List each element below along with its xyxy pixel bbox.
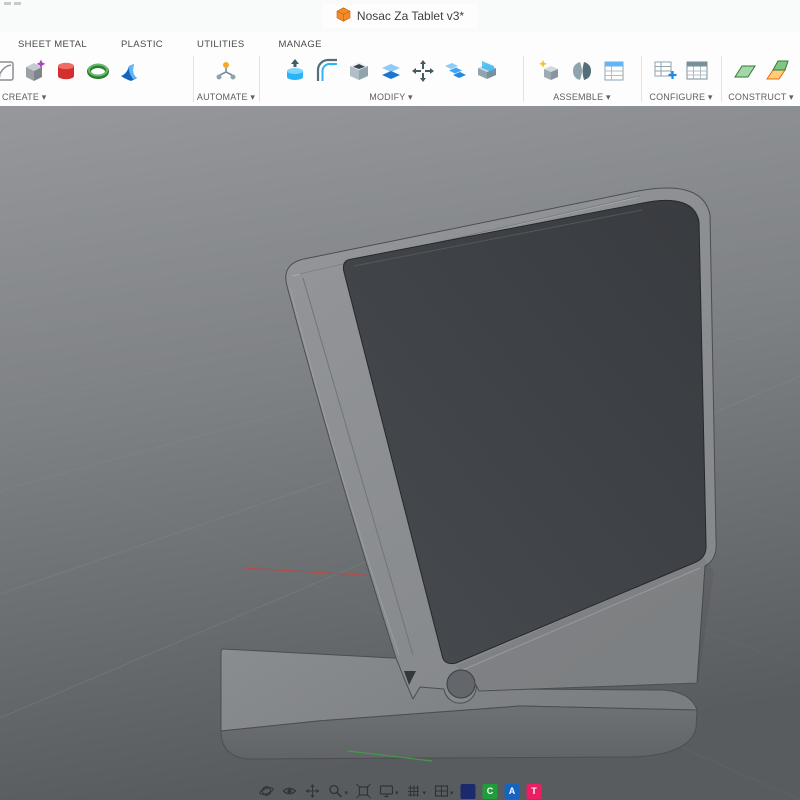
ribbon-group-automate: AUTOMATE ▾ xyxy=(194,52,258,104)
plane-angle-icon[interactable] xyxy=(763,56,791,86)
revolve-icon[interactable] xyxy=(52,56,80,86)
ribbon-group-divider xyxy=(641,56,642,102)
ribbon-group-label-assemble[interactable]: ASSEMBLE ▾ xyxy=(524,92,640,103)
ribbon-group-configure: CONFIGURE ▾ xyxy=(642,52,720,104)
pattern-icon[interactable] xyxy=(441,56,469,86)
ribbon-group-label-configure[interactable]: CONFIGURE ▾ xyxy=(642,92,720,103)
cable-groove xyxy=(447,670,475,698)
move-copy-icon[interactable] xyxy=(409,56,437,86)
fillet-icon[interactable] xyxy=(313,56,341,86)
ribbon-group-label-modify[interactable]: MODIFY ▾ xyxy=(260,92,522,103)
orbit-icon[interactable] xyxy=(258,783,274,799)
view-navigation-bar: ▾ ▾ ▾ ▾ CAT xyxy=(258,783,541,799)
configuration-plus-icon[interactable] xyxy=(651,56,679,86)
offset-face-icon[interactable] xyxy=(377,56,405,86)
document-tab[interactable]: Nosac Za Tablet v3* xyxy=(322,4,478,28)
shell-icon[interactable] xyxy=(345,56,373,86)
ribbon-group-label-create[interactable]: CREATE ▾ xyxy=(0,92,192,103)
addon-tile-0[interactable] xyxy=(461,784,476,799)
grid-snaps-icon[interactable]: ▾ xyxy=(406,783,427,799)
fusion-document-cube-icon xyxy=(336,7,351,25)
coil-icon[interactable] xyxy=(84,56,112,86)
document-title: Nosac Za Tablet v3* xyxy=(357,9,464,23)
ribbon-tab-utilities[interactable]: UTILITIES xyxy=(197,39,245,50)
joint-icon[interactable] xyxy=(568,56,596,86)
ribbon-group-divider xyxy=(721,56,722,102)
plane-offset-icon[interactable] xyxy=(731,56,759,86)
display-settings-icon[interactable]: ▾ xyxy=(378,783,399,799)
sweep-icon[interactable] xyxy=(116,56,144,86)
addon-tile-t[interactable]: T xyxy=(527,784,542,799)
ribbon-toolbar: SHEET METAL PLASTIC UTILITIES MANAGE CREATE… xyxy=(0,32,800,107)
addon-tile-a[interactable]: A xyxy=(505,784,520,799)
ribbon-tab-manage[interactable]: MANAGE xyxy=(279,39,322,50)
create-form-icon[interactable] xyxy=(20,56,48,86)
pan-icon[interactable] xyxy=(304,783,320,799)
ribbon-group-divider xyxy=(193,56,194,102)
viewports-icon[interactable]: ▾ xyxy=(433,783,454,799)
ribbon-group-label-automate[interactable]: AUTOMATE ▾ xyxy=(194,92,258,103)
app-titlebar: Nosac Za Tablet v3* xyxy=(0,0,800,33)
ribbon-group-construct: CONSTRUCT ▾ xyxy=(722,52,800,104)
new-component-icon[interactable] xyxy=(536,56,564,86)
addon-tile-c[interactable]: C xyxy=(483,784,498,799)
ribbon-group-label-construct[interactable]: CONSTRUCT ▾ xyxy=(722,92,800,103)
ribbon-groups: CREATE ▾AUTOMATE ▾MODIFY ▾ASSEMBLE ▾CONF… xyxy=(0,52,800,106)
look-at-icon[interactable] xyxy=(281,783,297,799)
sketch-clipped-icon[interactable] xyxy=(0,56,16,86)
zoom-icon[interactable]: ▾ xyxy=(327,783,348,799)
ribbon-group-divider xyxy=(523,56,524,102)
chevron-down-icon: ▾ xyxy=(395,789,399,799)
clipped-ui-fragment xyxy=(4,2,21,5)
viewport-3d[interactable]: ▾ ▾ ▾ ▾ CAT xyxy=(0,106,800,800)
ribbon-group-assemble: ASSEMBLE ▾ xyxy=(524,52,640,104)
ribbon-group-divider xyxy=(259,56,260,102)
fit-icon[interactable] xyxy=(355,783,371,799)
press-pull-icon[interactable] xyxy=(281,56,309,86)
split-body-icon[interactable] xyxy=(473,56,501,86)
chevron-down-icon: ▾ xyxy=(344,789,348,799)
configuration-table-icon[interactable] xyxy=(683,56,711,86)
bom-table-icon[interactable] xyxy=(600,56,628,86)
ribbon-group-modify: MODIFY ▾ xyxy=(260,52,522,104)
automate-script-icon[interactable] xyxy=(212,56,240,86)
chevron-down-icon: ▾ xyxy=(423,789,427,799)
fusion-360-window: Nosac Za Tablet v3* SHEET METAL PLASTIC UT… xyxy=(0,0,800,800)
ribbon-tab-strip: SHEET METAL PLASTIC UTILITIES MANAGE xyxy=(0,32,800,52)
ribbon-group-create: CREATE ▾ xyxy=(0,52,192,104)
ribbon-tab-sheet-metal[interactable]: SHEET METAL xyxy=(18,39,87,50)
chevron-down-icon: ▾ xyxy=(450,789,454,799)
ribbon-tab-plastic[interactable]: PLASTIC xyxy=(121,39,163,50)
scene-canvas xyxy=(0,106,800,800)
